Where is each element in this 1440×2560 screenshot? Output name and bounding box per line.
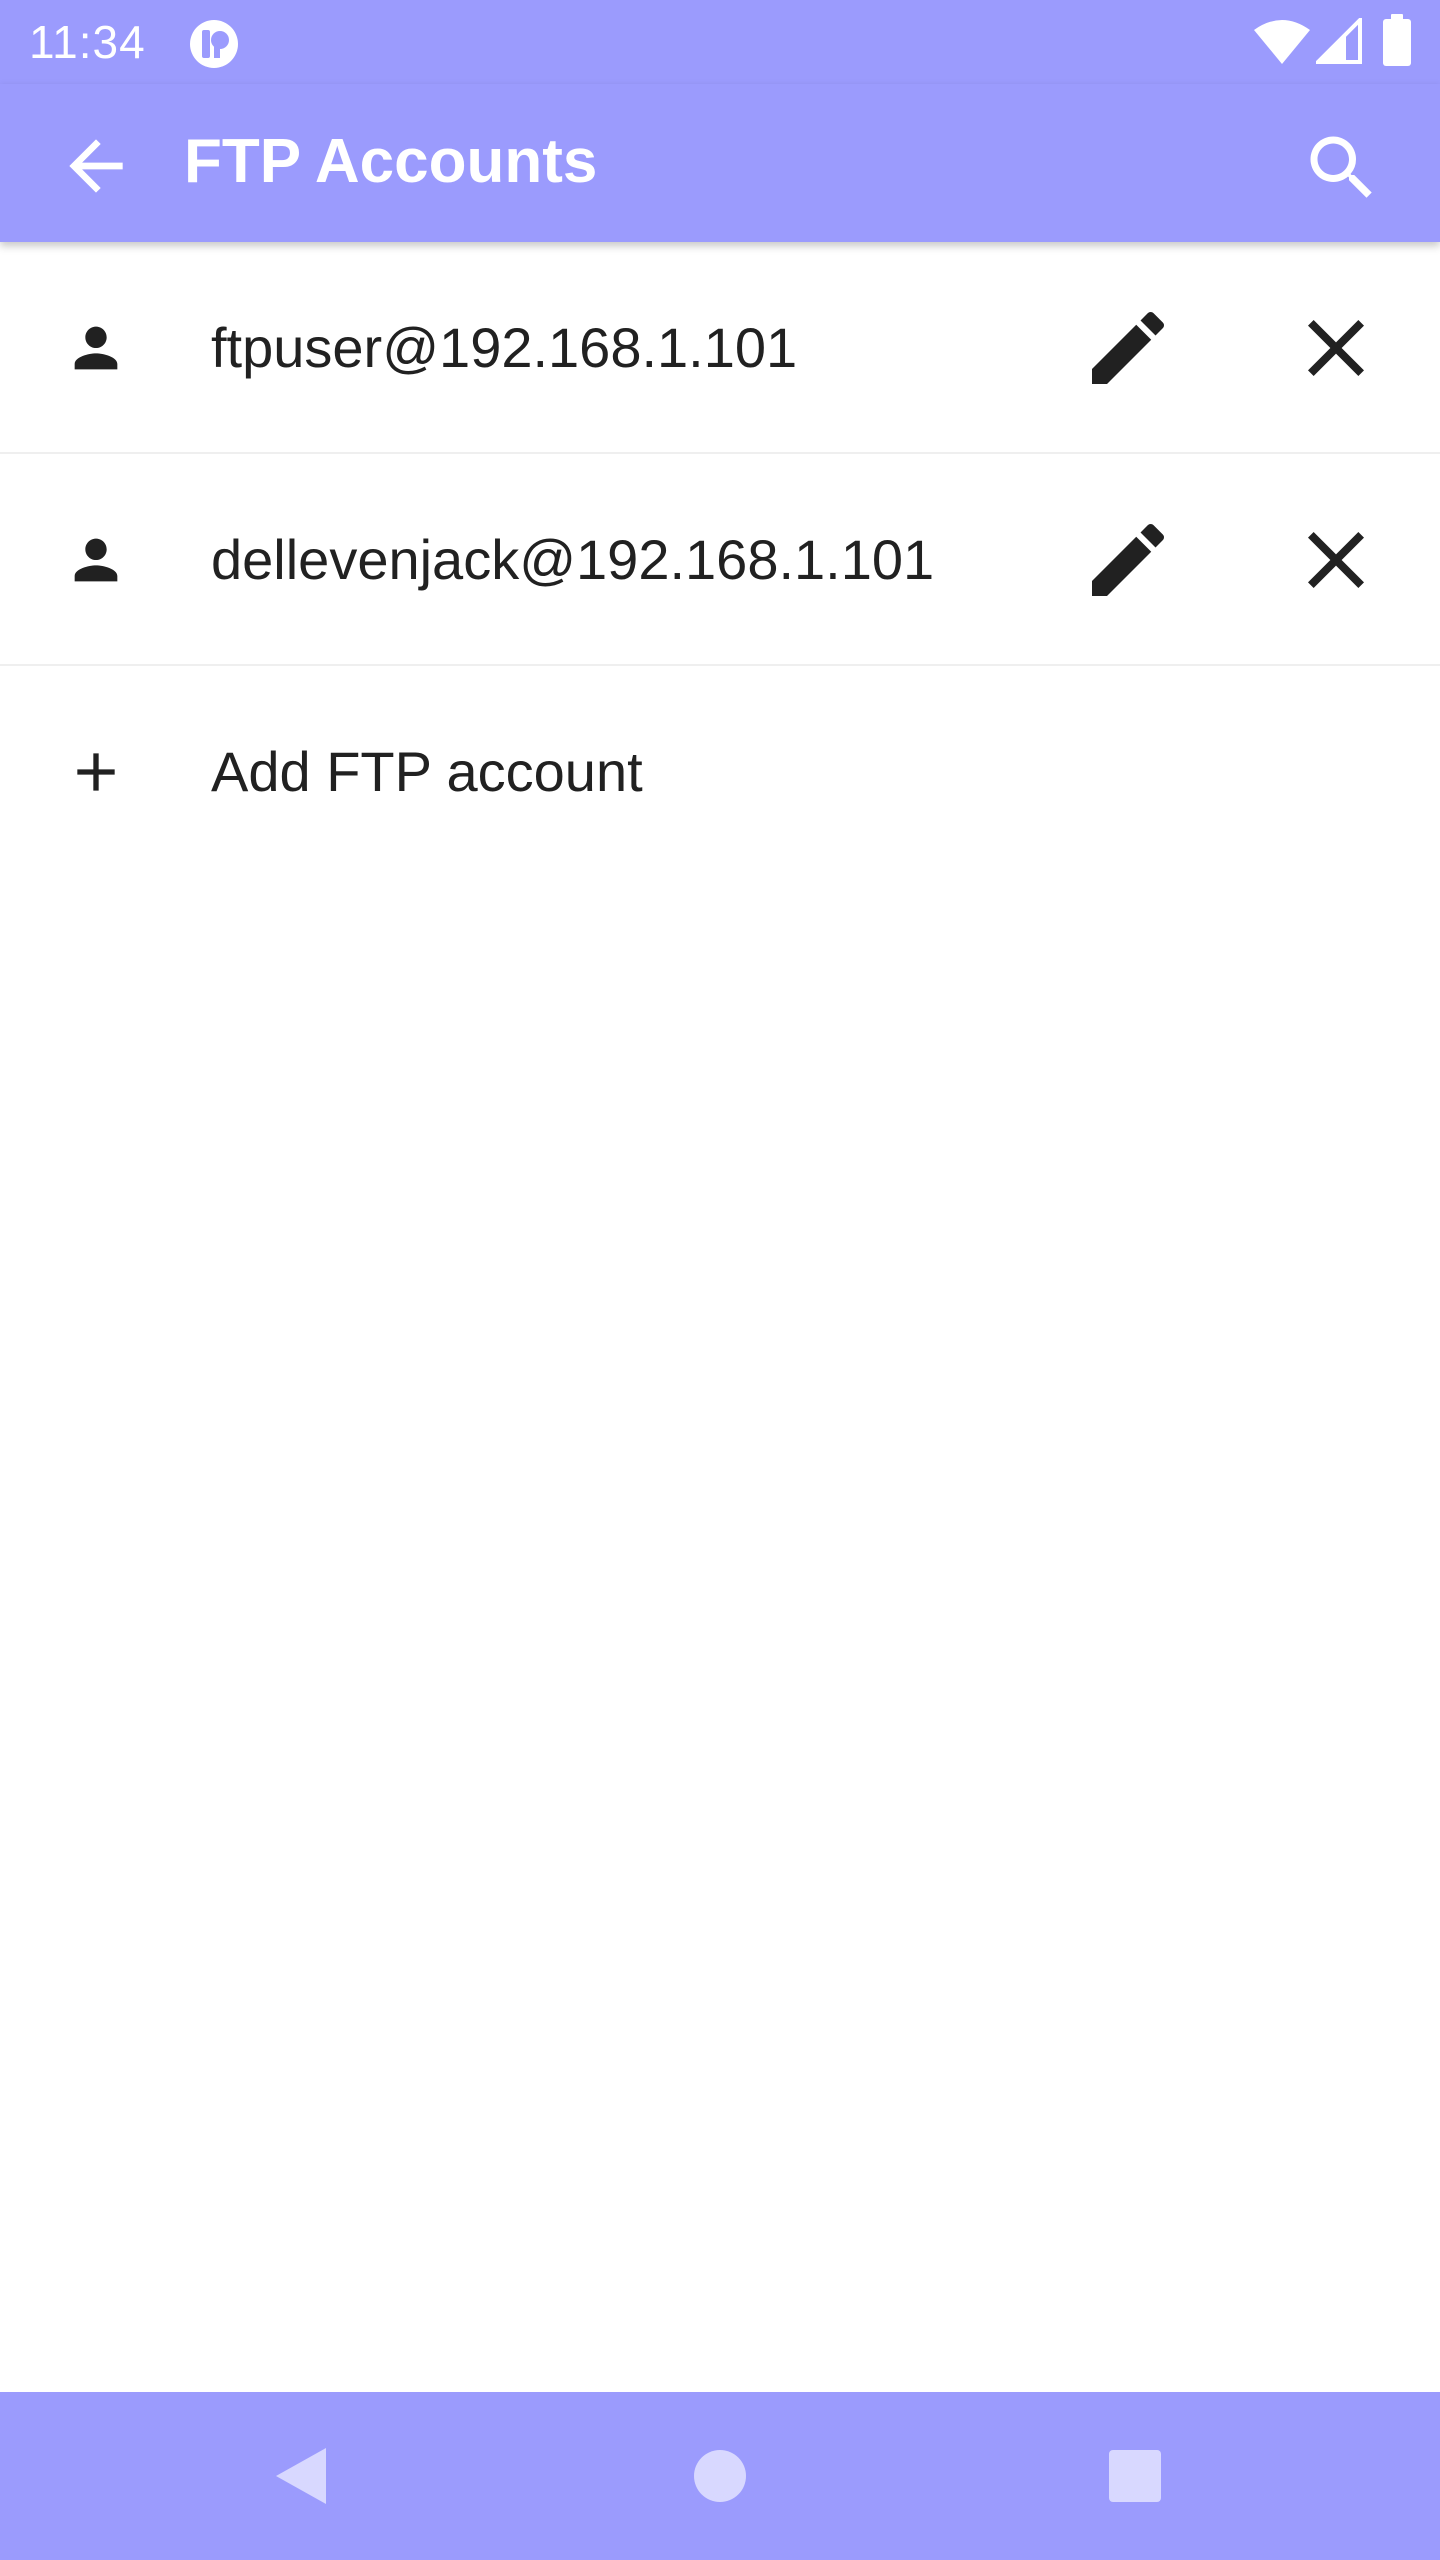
close-icon[interactable] — [1288, 300, 1384, 396]
page-title: FTP Accounts — [184, 127, 598, 196]
account-row[interactable]: ftpuser@192.168.1.101 — [0, 242, 1440, 454]
home-circle-icon[interactable] — [670, 2426, 770, 2526]
wifi-icon — [1254, 20, 1310, 64]
person-icon — [74, 326, 118, 370]
ftp-account-list: ftpuser@192.168.1.101 dellevenjack@192.1… — [0, 242, 1440, 878]
account-label: ftpuser@192.168.1.101 — [211, 316, 798, 379]
edit-icon[interactable] — [1080, 300, 1176, 396]
notification-app-icon — [190, 20, 238, 68]
recents-square-icon[interactable] — [1085, 2426, 1185, 2526]
status-time: 11:34 — [29, 16, 146, 68]
arrow-back-icon[interactable] — [56, 126, 136, 206]
app-bar: FTP Accounts — [0, 84, 1440, 242]
search-icon[interactable] — [1300, 126, 1384, 210]
screen: 11:34 FTP Accounts ftpuser@192.168.1.101… — [0, 0, 1440, 2560]
person-icon — [74, 538, 118, 582]
edit-icon[interactable] — [1080, 512, 1176, 608]
add-ftp-account-row[interactable]: Add FTP account — [0, 666, 1440, 878]
navigation-bar — [0, 2392, 1440, 2560]
account-label: dellevenjack@192.168.1.101 — [211, 528, 935, 591]
status-bar: 11:34 — [0, 0, 1440, 84]
back-triangle-icon[interactable] — [250, 2426, 350, 2526]
signal-icon — [1316, 18, 1362, 64]
account-row[interactable]: dellevenjack@192.168.1.101 — [0, 454, 1440, 666]
close-icon[interactable] — [1288, 512, 1384, 608]
plus-icon — [77, 753, 115, 791]
add-account-label: Add FTP account — [211, 740, 643, 803]
battery-icon — [1383, 14, 1411, 66]
